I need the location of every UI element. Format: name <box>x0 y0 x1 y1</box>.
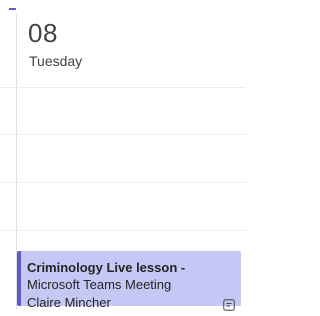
day-date-number[interactable]: 08 <box>28 18 58 49</box>
hour-gridline <box>0 87 246 88</box>
event-location: Microsoft Teams Meeting <box>27 277 172 292</box>
hour-gridline <box>0 230 246 231</box>
meeting-notes-icon[interactable] <box>223 298 235 316</box>
calendar-event-card[interactable]: Criminology Live lesson - Microsoft Team… <box>17 251 241 311</box>
day-weekday-label[interactable]: Tuesday <box>29 53 82 69</box>
hour-gridline <box>0 134 246 135</box>
event-title: Criminology Live lesson - <box>27 260 186 275</box>
hour-gridline <box>0 182 246 183</box>
event-organizer: Claire Mincher <box>27 295 111 310</box>
day-indicator-accent <box>9 8 16 10</box>
